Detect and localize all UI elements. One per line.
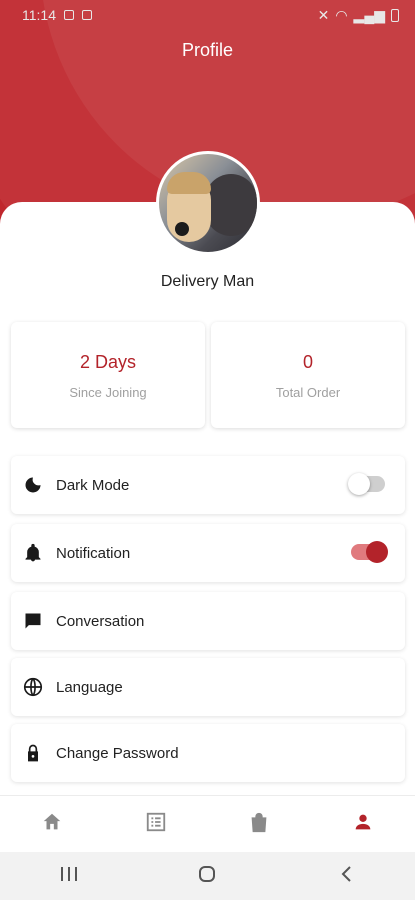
setting-change-password[interactable]: Change Password [11, 724, 405, 782]
back-button[interactable] [277, 852, 415, 900]
status-time: 11:14 [22, 7, 56, 23]
bottom-navigation [0, 795, 415, 852]
home-icon [41, 811, 63, 838]
user-name: Delivery Man [160, 273, 255, 290]
nav-home[interactable] [0, 796, 104, 852]
setting-dark-mode[interactable]: Dark Mode [11, 456, 405, 514]
home-circle-icon [198, 865, 216, 888]
profile-icon [352, 811, 374, 838]
setting-label: Change Password [56, 744, 179, 762]
message-icon [64, 10, 74, 20]
notification-toggle[interactable] [351, 541, 388, 563]
shopping-bag-icon [248, 811, 270, 838]
avatar[interactable] [156, 151, 260, 255]
chat-icon [22, 610, 44, 632]
stat-label: Since Joining [69, 385, 147, 400]
stat-value: 0 [302, 352, 313, 372]
stat-since-joining: 2 Days Since Joining [11, 322, 205, 428]
recent-apps-button[interactable] [0, 852, 138, 900]
nav-bag[interactable] [208, 796, 312, 852]
setting-label: Conversation [56, 612, 145, 630]
setting-notification[interactable]: Notification [11, 524, 405, 582]
home-button[interactable] [138, 852, 276, 900]
globe-icon [22, 676, 44, 698]
setting-label: Dark Mode [56, 476, 130, 494]
setting-conversation[interactable]: Conversation [11, 592, 405, 650]
wifi-icon: ◠ [335, 6, 348, 23]
orders-list-icon [145, 811, 167, 838]
system-navigation-bar [0, 852, 415, 900]
lock-icon [22, 742, 44, 764]
back-chevron-icon [339, 865, 353, 888]
setting-language[interactable]: Language [11, 658, 405, 716]
setting-label: Notification [56, 544, 131, 562]
signal-icon: ▂▄▆ [353, 6, 385, 23]
bell-icon [22, 542, 44, 564]
page-title: Profile [181, 40, 234, 60]
status-bar: 11:14 ✕ ◠ ▂▄▆ [0, 0, 415, 30]
stat-label: Total Order [275, 385, 341, 400]
nav-orders[interactable] [104, 796, 208, 852]
moon-icon [22, 474, 44, 496]
battery-icon [391, 8, 399, 22]
setting-label: Language [56, 678, 123, 696]
notification-icon [82, 10, 92, 20]
dark-mode-toggle[interactable] [348, 473, 385, 495]
stat-total-order: 0 Total Order [211, 322, 405, 428]
stat-value: 2 Days [79, 352, 137, 372]
mute-icon: ✕ [317, 6, 330, 23]
recent-apps-icon [60, 866, 78, 887]
nav-profile[interactable] [311, 796, 415, 852]
